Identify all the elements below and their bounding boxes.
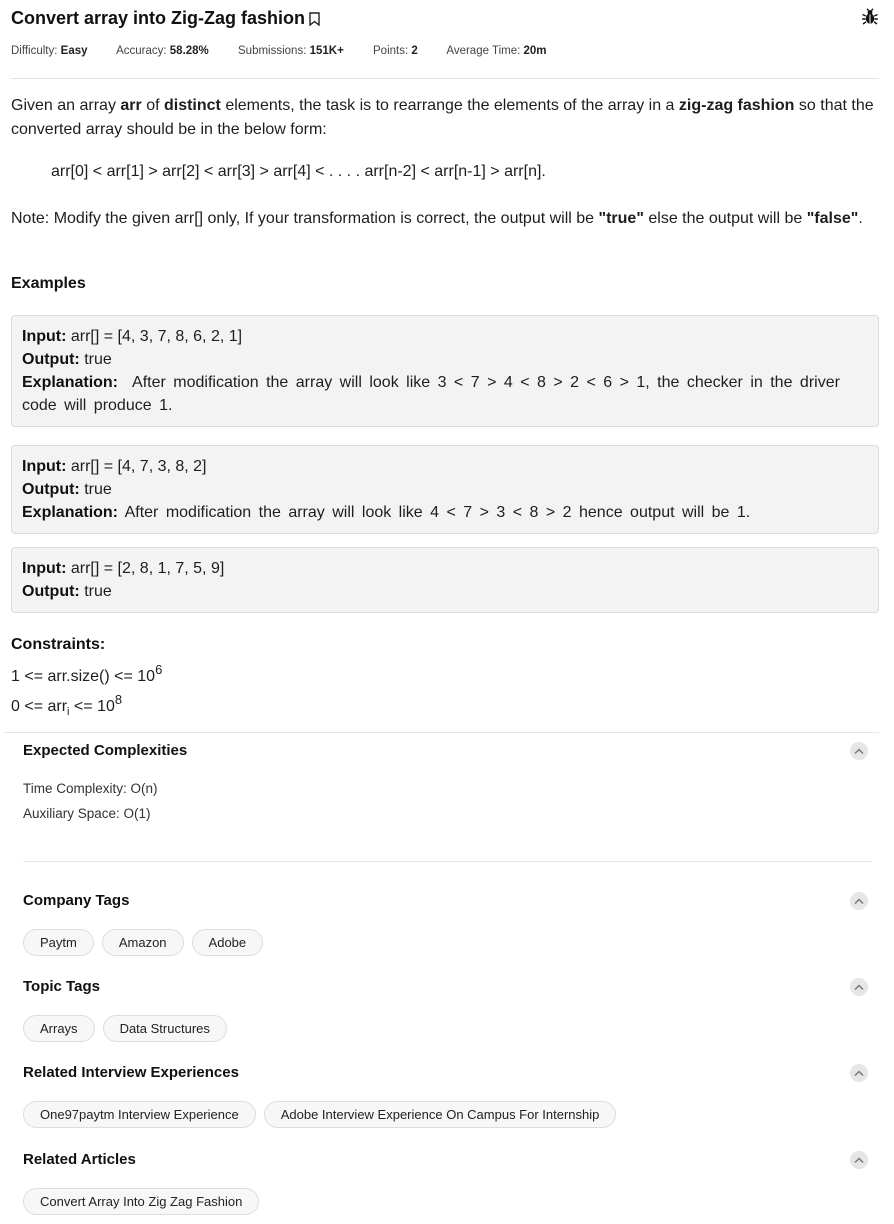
example-explanation: After modification the array will look l… <box>124 504 751 521</box>
interview-link-one97paytm[interactable]: One97paytm Interview Experience <box>23 1101 256 1128</box>
bookmark-icon[interactable] <box>309 11 320 26</box>
divider <box>11 78 879 79</box>
chevron-up-icon[interactable] <box>850 1151 868 1169</box>
company-tag-paytm[interactable]: Paytm <box>23 929 94 956</box>
problem-title: Convert array into Zig-Zag fashion <box>11 8 306 28</box>
example-output: true <box>84 351 112 368</box>
complexities-heading: Expected Complexities <box>23 742 188 759</box>
difficulty-stat: Difficulty: Easy <box>11 45 88 57</box>
article-link-zigzag[interactable]: Convert Array Into Zig Zag Fashion <box>23 1188 260 1215</box>
company-tags-heading: Company Tags <box>23 892 130 909</box>
constraint-size: 1 <= arr.size() <= 106 <box>11 662 163 685</box>
constraints-heading: Constraints: <box>11 636 106 653</box>
zigzag-formula: arr[0] < arr[1] > arr[2] < arr[3] > arr[… <box>51 163 546 180</box>
topic-tag-data-structures[interactable]: Data Structures <box>102 1015 227 1042</box>
example-output: true <box>84 481 112 498</box>
average-time-stat: Average Time: 20m <box>446 45 547 57</box>
divider <box>23 861 872 862</box>
company-tag-amazon[interactable]: Amazon <box>101 929 184 956</box>
accuracy-stat: Accuracy: 58.28% <box>116 45 209 57</box>
chevron-up-icon[interactable] <box>850 742 868 760</box>
example-input: arr[] = [4, 3, 7, 8, 6, 2, 1] <box>70 328 243 345</box>
chevron-up-icon[interactable] <box>850 892 868 910</box>
example-input: arr[] = [4, 7, 3, 8, 2] <box>70 458 207 475</box>
example-box: Input: arr[] = [4, 3, 7, 8, 6, 2, 1] Out… <box>11 315 879 427</box>
problem-note: Note: Modify the given arr[] only, If yo… <box>11 210 863 227</box>
chevron-up-icon[interactable] <box>850 1064 868 1082</box>
problem-description: Given an array arr of distinct elements,… <box>11 97 874 138</box>
example-box: Input: arr[] = [2, 8, 1, 7, 5, 9] Output… <box>11 547 879 613</box>
interview-tags: One97paytm Interview Experience Adobe In… <box>23 1101 617 1128</box>
problem-header: Convert array into Zig-Zag fashion <box>11 8 879 30</box>
examples-heading: Examples <box>11 275 86 292</box>
interview-link-adobe[interactable]: Adobe Interview Experience On Campus For… <box>263 1101 617 1128</box>
constraint-value: 0 <= arri <= 108 <box>11 692 123 719</box>
topic-tag-arrays[interactable]: Arrays <box>23 1015 95 1042</box>
chevron-up-icon[interactable] <box>850 978 868 996</box>
time-complexity: Time Complexity: O(n) <box>23 781 158 796</box>
topic-tags: Arrays Data Structures <box>23 1015 227 1042</box>
submissions-stat: Submissions: 151K+ <box>238 45 344 57</box>
article-tags: Convert Array Into Zig Zag Fashion <box>23 1188 260 1215</box>
example-explanation: After modification the array will look l… <box>22 374 840 414</box>
interview-experiences-heading: Related Interview Experiences <box>23 1064 239 1081</box>
problem-meta: Difficulty: Easy Accuracy: 58.28% Submis… <box>11 45 573 57</box>
points-stat: Points: 2 <box>373 45 418 57</box>
bug-icon[interactable] <box>861 8 879 26</box>
related-articles-heading: Related Articles <box>23 1151 136 1168</box>
example-box: Input: arr[] = [4, 7, 3, 8, 2] Output: t… <box>11 445 879 534</box>
topic-tags-heading: Topic Tags <box>23 978 100 995</box>
auxiliary-space: Auxiliary Space: O(1) <box>23 806 151 821</box>
example-output: true <box>84 583 112 600</box>
company-tag-adobe[interactable]: Adobe <box>191 929 264 956</box>
company-tags: Paytm Amazon Adobe <box>23 929 264 956</box>
problem-info-panel: Expected Complexities Time Complexity: O… <box>5 732 879 1224</box>
example-input: arr[] = [2, 8, 1, 7, 5, 9] <box>70 560 225 577</box>
